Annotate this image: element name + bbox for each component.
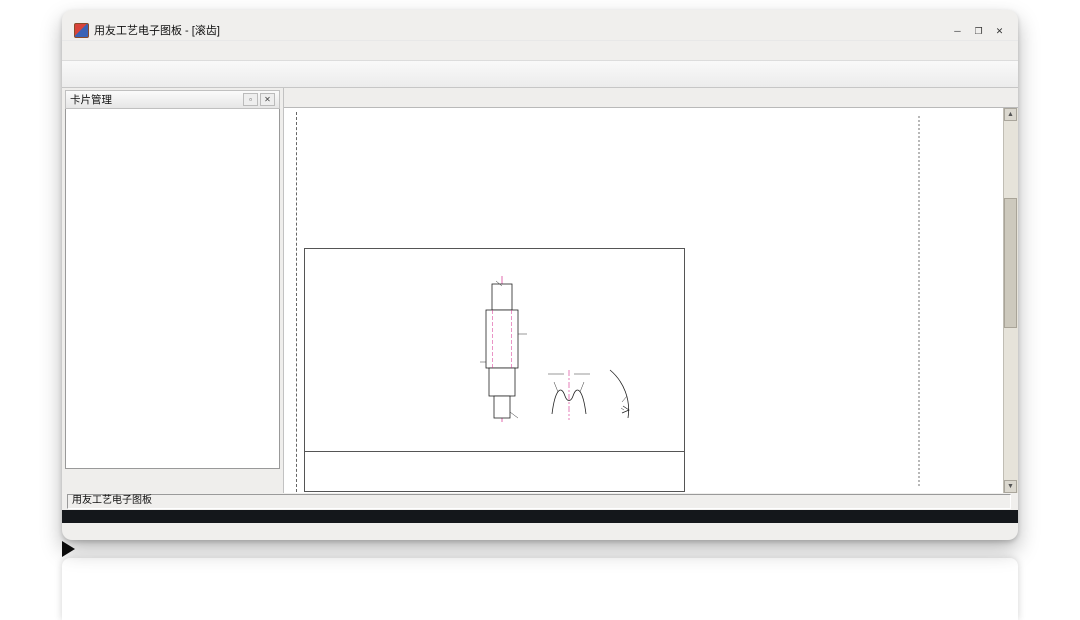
app-icon [74,23,89,38]
stage: 用友工艺电子图板 - [滚齿] ─ ❐ ✕ 卡片管理 ▫ ✕ [0,0,1080,620]
bottom-dark-strip [62,510,1018,523]
decorative-triangle [62,541,75,557]
statusbar: 用友工艺电子图板 [62,493,1018,510]
bottom-note-divider [305,451,684,452]
margin-dash-line [296,112,297,492]
vertical-scrollbar[interactable]: ▲ ▼ [1003,108,1018,493]
panel-header: 卡片管理 ▫ ✕ [65,90,280,109]
maximize-button[interactable]: ❐ [970,24,987,38]
window-title: 用友工艺电子图板 - [滚齿] [94,22,220,38]
window-bottom-edge [62,523,1018,540]
document-area[interactable]: ▲ ▼ [284,108,1018,493]
scroll-down-icon[interactable]: ▼ [1004,480,1017,493]
status-text: 用友工艺电子图板 [67,494,1011,509]
card-tree [65,109,280,469]
panel-tabs [65,469,280,491]
menubar [62,40,1018,60]
window-reflection [62,558,1018,620]
scroll-up-icon[interactable]: ▲ [1004,108,1017,121]
process-card-sheet[interactable] [284,108,1004,493]
app-window: 用友工艺电子图板 - [滚齿] ─ ❐ ✕ 卡片管理 ▫ ✕ [62,10,1018,540]
document-tabstrip [284,88,1018,108]
perforation-dots [918,116,920,486]
close-button[interactable]: ✕ [991,24,1008,38]
titlebar: 用友工艺电子图板 - [滚齿] ─ ❐ ✕ [62,10,1018,40]
pin-icon[interactable]: ▫ [243,93,258,106]
toolbar [62,60,1018,88]
card-manager-panel: 卡片管理 ▫ ✕ [62,88,284,493]
scrollbar-thumb[interactable] [1004,198,1017,328]
panel-title: 卡片管理 [70,92,112,107]
close-panel-icon[interactable]: ✕ [260,93,275,106]
part-drawing [452,250,682,450]
minimize-button[interactable]: ─ [949,24,966,38]
